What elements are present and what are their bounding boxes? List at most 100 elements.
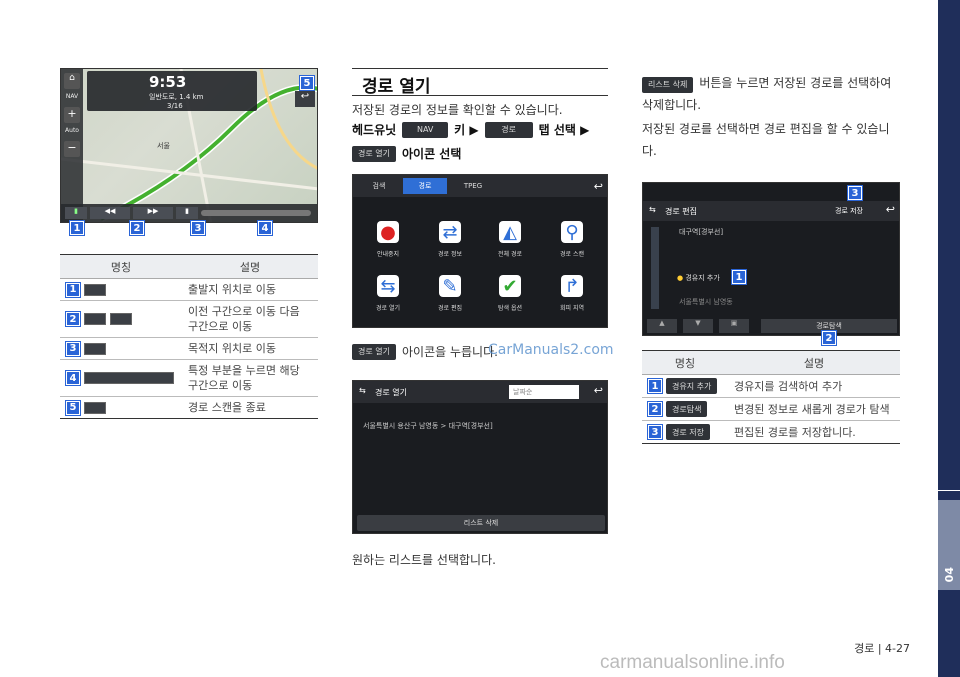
fast-forward-icon <box>110 313 132 325</box>
callout-2: 2 <box>821 330 837 346</box>
chapter-sidebar: 04 <box>938 0 960 677</box>
move-down-icon[interactable]: ▼ <box>683 319 713 333</box>
start-flag-button[interactable]: ▮ <box>65 207 87 219</box>
chapter-tab[interactable]: 04 <box>938 500 960 590</box>
back-icon[interactable]: ↩ <box>295 91 315 107</box>
row-number: 5 <box>65 399 81 416</box>
callout-4: 4 <box>257 220 273 236</box>
delete-list-button[interactable]: 리스트 삭제 <box>357 515 605 531</box>
edit-route-icon[interactable]: ✎ <box>439 275 461 297</box>
waypoint-label: 경유지 추가 <box>685 274 720 282</box>
map-left-toolbar: ⌂ NAV + Auto − <box>61 69 83 222</box>
add-waypoint-button[interactable]: ● 경유지 추가 <box>677 273 720 283</box>
home-icon[interactable]: ⌂ <box>64 73 80 89</box>
open-header: ⇆ 경로 열기 날짜순 ↩ <box>353 381 607 403</box>
step-line: 헤드유닛 NAV 키 ▶ 경로 탭 선택 ▶ <box>352 120 589 140</box>
row-desc: 경로 스캔을 종료 <box>182 396 318 419</box>
zoom-in-icon[interactable]: + <box>64 107 80 123</box>
table-row: 4 특정 부분을 누르면 해당 구간으로 이동 <box>60 359 318 397</box>
tab-search[interactable]: 검색 <box>359 181 399 191</box>
callout-5: 5 <box>299 75 315 91</box>
clock: 9:53 <box>149 73 187 91</box>
section-progress: 3/16 <box>167 102 183 110</box>
footer-watermark: carmanualsonline.info <box>600 652 785 673</box>
row-desc: 편집된 경로를 저장합니다. <box>728 420 900 444</box>
tab-tpeg[interactable]: TPEG <box>451 182 495 190</box>
callout-2: 2 <box>129 220 145 236</box>
col-desc: 설명 <box>728 350 900 375</box>
step2-text: 아이콘을 누릅니다. <box>401 345 498 359</box>
open-route-chip: 경로 열기 <box>352 146 396 162</box>
delete-desc: 리스트 삭제 버튼을 누르면 저장된 경로를 선택하여 삭제합니다. <box>642 72 902 116</box>
origin-item[interactable]: 서울특별시 남영동 <box>679 297 733 307</box>
zoom-out-icon[interactable]: − <box>64 141 80 157</box>
step-tab: 탭 선택 ▶ <box>538 123 590 137</box>
table-row: 2 경로탐색 변경된 정보로 새롭게 경로가 탐색 <box>642 397 900 421</box>
route-info-icon[interactable]: ⇄ <box>439 221 461 243</box>
divider <box>938 490 960 491</box>
callout-1: 1 <box>731 269 747 285</box>
route-scan-screen: ⌂ NAV + Auto − 9:53 일반도로, 1.4 km 3/16 서울… <box>60 68 318 223</box>
back-icon[interactable]: ↩ <box>594 384 603 397</box>
menu-label: 탐색 옵션 <box>498 305 522 312</box>
route-progress-bar[interactable] <box>201 210 311 216</box>
route-scan-icon[interactable]: ⚲ <box>561 221 583 243</box>
back-icon[interactable]: ↩ <box>594 180 603 193</box>
prev-section-button[interactable]: ◀◀ <box>90 207 130 219</box>
row-desc: 출발지 위치로 이동 <box>182 278 318 301</box>
row-number: 3 <box>647 424 663 440</box>
waypoint-rail <box>651 227 659 309</box>
open-title: 경로 열기 <box>375 388 407 397</box>
menu-tabs: 검색 경로 TPEG ↩ <box>353 175 607 197</box>
row-desc: 목적지 위치로 이동 <box>182 337 318 360</box>
callout-1: 1 <box>69 220 85 236</box>
auto-button[interactable]: Auto <box>64 127 80 137</box>
row-chip: 경유지 추가 <box>666 378 718 394</box>
open-route-icon[interactable]: ⇆ <box>377 275 399 297</box>
search-options-icon[interactable]: ✔ <box>499 275 521 297</box>
avoid-area-icon[interactable]: ↱ <box>561 275 583 297</box>
scan-control-bar: ▮ ◀◀ ▶▶ ▮ <box>61 204 317 222</box>
page-number: 경로 | 4-27 <box>854 642 910 655</box>
tab-route[interactable]: 경로 <box>403 178 447 194</box>
open-route-chip: 경로 열기 <box>352 344 396 360</box>
back-icon[interactable]: ↩ <box>886 203 895 216</box>
step-prefix: 헤드유닛 <box>352 123 397 137</box>
table-row: 3 목적지 위치로 이동 <box>60 337 318 360</box>
move-up-icon[interactable]: ▲ <box>647 319 677 333</box>
sort-select[interactable]: 날짜순 <box>509 385 579 399</box>
row-number: 1 <box>647 378 663 394</box>
full-route-icon[interactable]: ◭ <box>499 221 521 243</box>
next-section-button[interactable]: ▶▶ <box>133 207 173 219</box>
edit-title: 경로 편집 <box>665 207 697 216</box>
col-name: 명칭 <box>642 350 728 375</box>
progress-bar-icon <box>84 372 174 384</box>
rewind-icon <box>84 313 106 325</box>
row-number: 2 <box>65 311 81 327</box>
destination-item[interactable]: 대구역[경부선] <box>679 227 723 237</box>
back-icon <box>84 401 106 414</box>
table-row: 2 이전 구간으로 이동 다음 구간으로 이동 <box>60 300 318 338</box>
map-label: 서울 <box>157 142 170 150</box>
col-desc: 설명 <box>182 254 318 279</box>
row-number: 1 <box>65 281 81 298</box>
watermark: CarManuals2.com <box>488 342 614 358</box>
row-desc: 특정 부분을 누르면 해당 구간으로 이동 <box>182 359 318 397</box>
menu-label: 전체 경로 <box>498 251 522 258</box>
col-name: 명칭 <box>60 254 182 279</box>
stop-guidance-icon[interactable]: ● <box>377 221 399 243</box>
callout-3: 3 <box>190 220 206 236</box>
saved-route-item[interactable]: 서울특별시 용산구 남영동 > 대구역[경부선] <box>363 421 493 431</box>
road-info: 일반도로, 1.4 km <box>149 93 204 101</box>
route-tab-chip: 경로 <box>484 122 533 138</box>
step-line-3: 경로 열기 아이콘을 누릅니다. <box>352 342 498 362</box>
destination-button[interactable]: ▮ <box>176 207 198 219</box>
step-key: 키 ▶ <box>454 123 479 137</box>
row-desc: 변경된 정보로 새롭게 경로가 탐색 <box>728 397 900 421</box>
save-route-button[interactable]: 경로 저장 <box>835 206 863 216</box>
nav-button[interactable]: NAV <box>64 93 80 103</box>
menu-label: 경로 열기 <box>376 305 400 312</box>
delete-icon[interactable]: ▣ <box>719 319 749 333</box>
callout-3: 3 <box>847 185 863 201</box>
delete-list-chip: 리스트 삭제 <box>642 77 694 93</box>
